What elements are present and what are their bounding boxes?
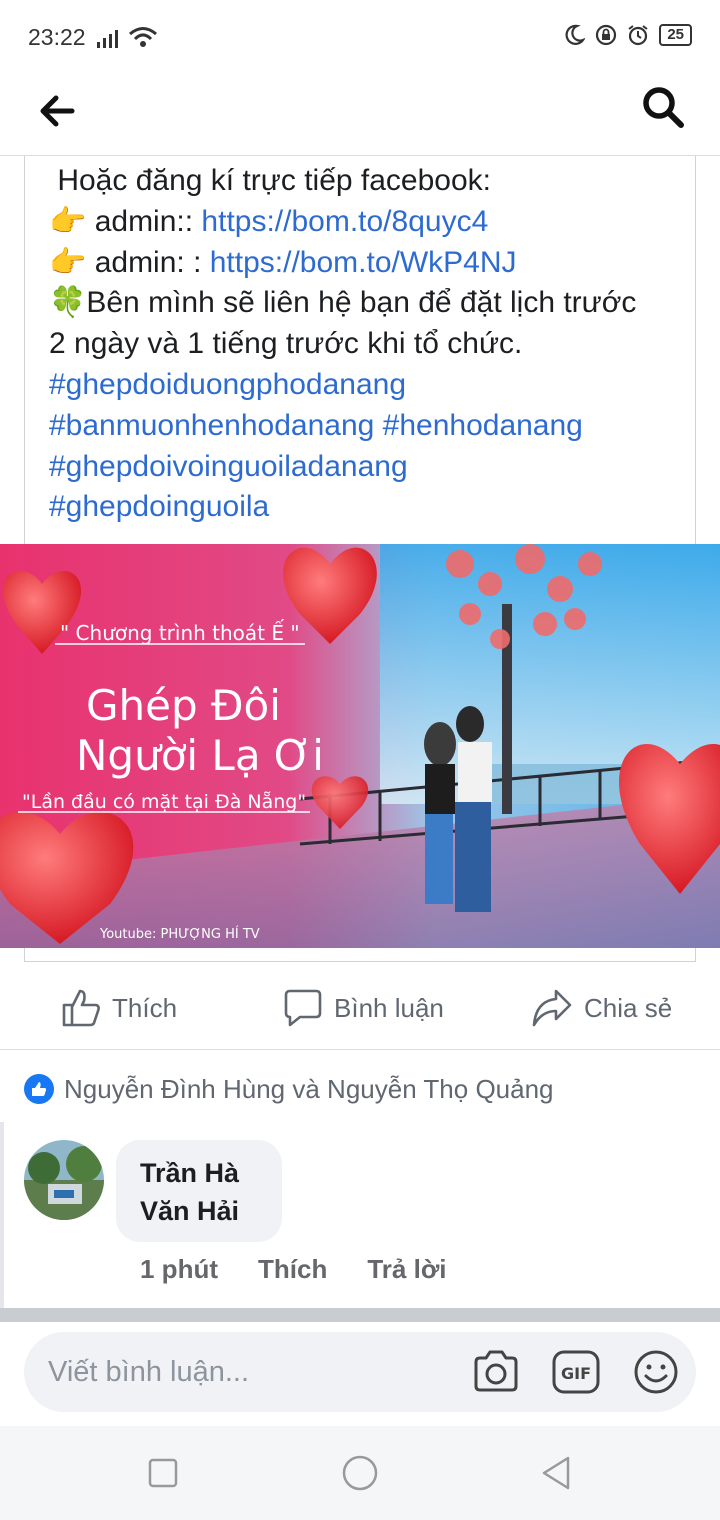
admin-link-2[interactable]: https://bom.to/WkP4NJ bbox=[210, 246, 517, 279]
pointing-hand-icon: 👉 bbox=[49, 204, 87, 238]
promo-banner: " Chương trình thoát Ế " Ghép Đôi Người … bbox=[0, 544, 720, 948]
banner-title-line2: Người Lạ Ơi bbox=[76, 731, 324, 780]
post-line-text: Bên mình sẽ liên hệ bạn để đặt lịch trướ… bbox=[86, 286, 637, 320]
reactions-summary[interactable]: Nguyễn Đình Hùng và Nguyễn Thọ Quảng bbox=[0, 1050, 720, 1122]
post-line-admin-2: 👉 admin: : https://bom.to/WkP4NJ bbox=[49, 243, 689, 284]
comment-author-line2[interactable]: Văn Hải bbox=[140, 1192, 258, 1230]
avatar[interactable] bbox=[24, 1140, 104, 1220]
lock-rotation-icon bbox=[596, 24, 617, 46]
status-right-icons: 25 bbox=[563, 24, 692, 46]
recent-apps-icon[interactable] bbox=[142, 1452, 184, 1494]
share-label: Chia sẻ bbox=[584, 992, 673, 1023]
battery-icon: 25 bbox=[659, 24, 692, 46]
comment-reply-button[interactable]: Trả lời bbox=[367, 1254, 446, 1285]
post-line-text: admin:: bbox=[86, 204, 202, 238]
camera-icon[interactable] bbox=[470, 1346, 522, 1398]
system-navigation-bar bbox=[0, 1426, 720, 1520]
pointing-hand-icon: 👉 bbox=[49, 245, 87, 279]
like-reaction-icon bbox=[24, 1074, 54, 1104]
post-line-text: admin: : bbox=[86, 245, 210, 279]
emoji-icon[interactable] bbox=[630, 1346, 682, 1398]
alarm-icon bbox=[628, 25, 648, 46]
like-label: Thích bbox=[112, 992, 178, 1023]
hashtag-line[interactable]: #ghepdoiduongphodanang bbox=[49, 365, 689, 406]
gif-icon[interactable]: GIF bbox=[550, 1346, 602, 1398]
post-actions: Thích Bình luận Chia sẻ bbox=[0, 968, 720, 1050]
status-left-icons bbox=[96, 26, 158, 48]
post-image[interactable]: " Chương trình thoát Ế " Ghép Đôi Người … bbox=[0, 544, 720, 948]
hashtag-line[interactable]: #ghepdoinguoila bbox=[49, 487, 689, 528]
top-nav bbox=[0, 74, 720, 156]
comment-like-button[interactable]: Thích bbox=[258, 1254, 327, 1285]
banner-bottom-caption: "Lần đầu có mặt tại Đà Nẵng" bbox=[22, 790, 306, 813]
like-button[interactable]: Thích bbox=[60, 984, 177, 1032]
back-triangle-icon[interactable] bbox=[534, 1452, 576, 1494]
post-line-admin-1: 👉 admin:: https://bom.to/8quyc4 bbox=[49, 202, 689, 243]
comment-time: 1 phút bbox=[140, 1254, 218, 1284]
banner-top-caption: " Chương trình thoát Ế " bbox=[60, 620, 300, 645]
post-text: Hoặc đăng kí trực tiếp facebook: 👉 admin… bbox=[49, 161, 689, 528]
status-time: 23:22 bbox=[28, 24, 86, 50]
post-line-text: Hoặc đăng kí trực tiếp facebook: bbox=[49, 164, 491, 197]
svg-text:GIF: GIF bbox=[561, 1364, 591, 1383]
post-line-contact: 🍀Bên mình sẽ liên hệ bạn để đặt lịch trư… bbox=[49, 283, 689, 324]
comment-bubble-icon bbox=[284, 989, 322, 1027]
hashtag-line[interactable]: #banmuonhenhodanang #henhodanang bbox=[49, 406, 689, 447]
moon-icon bbox=[565, 24, 586, 45]
wifi-icon bbox=[129, 27, 157, 47]
comment-meta: 1 phút Thích Trả lời bbox=[140, 1254, 447, 1285]
comment-composer-area: Viết bình luận... GIF bbox=[0, 1322, 720, 1426]
share-button[interactable]: Chia sẻ bbox=[530, 984, 672, 1032]
thumbs-up-icon bbox=[62, 989, 100, 1027]
post-line-schedule: 2 ngày và 1 tiếng trước khi tổ chức. bbox=[49, 324, 689, 365]
comment-author-line1[interactable]: Trần Hà bbox=[140, 1154, 258, 1192]
post-line-register: Hoặc đăng kí trực tiếp facebook: bbox=[49, 161, 689, 202]
banner-title-line1: Ghép Đôi bbox=[86, 681, 281, 730]
hashtag-line[interactable]: #ghepdoivoinguoiladanang bbox=[49, 447, 689, 488]
admin-link-1[interactable]: https://bom.to/8quyc4 bbox=[201, 205, 488, 238]
comment-input[interactable]: Viết bình luận... GIF bbox=[24, 1332, 696, 1412]
divider bbox=[0, 1308, 720, 1322]
comment-input-placeholder: Viết bình luận... bbox=[48, 1356, 250, 1388]
arrow-left-icon[interactable] bbox=[36, 90, 78, 132]
banner-credit: Youtube: PHƯỢNG HÍ TV bbox=[99, 926, 260, 942]
home-icon[interactable] bbox=[339, 1452, 381, 1494]
comment-bubble: Trần Hà Văn Hải bbox=[116, 1140, 282, 1242]
search-icon[interactable] bbox=[640, 84, 686, 130]
comment-label: Bình luận bbox=[334, 992, 444, 1023]
reactors-names: Nguyễn Đình Hùng và Nguyễn Thọ Quảng bbox=[64, 1074, 554, 1104]
comment-button[interactable]: Bình luận bbox=[282, 984, 444, 1032]
clover-icon: 🍀 bbox=[49, 286, 87, 320]
comment-thread: Trần Hà Văn Hải 1 phút Thích Trả lời bbox=[0, 1122, 720, 1308]
signal-icon bbox=[97, 30, 118, 48]
share-arrow-icon bbox=[532, 989, 572, 1027]
post-line-text: 2 ngày và 1 tiếng trước khi tổ chức. bbox=[49, 327, 523, 361]
status-bar: 23:22 25 bbox=[0, 0, 720, 74]
